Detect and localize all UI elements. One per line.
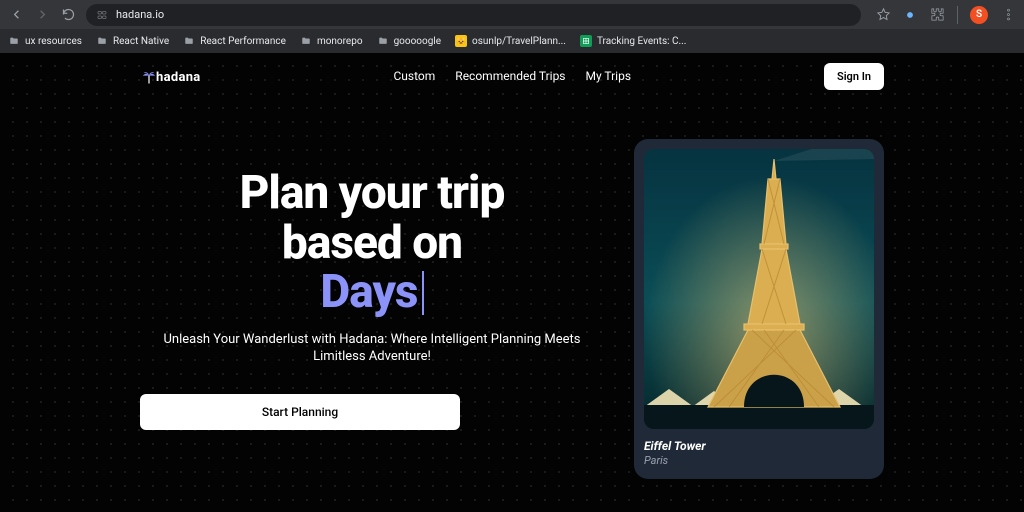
forward-icon[interactable] bbox=[34, 7, 50, 23]
hero-title: Plan your trip based on Days bbox=[240, 169, 505, 318]
sign-in-button[interactable]: Sign In bbox=[824, 63, 884, 90]
hero-dynamic-word: Days bbox=[320, 268, 417, 318]
bookmark-label: monorepo bbox=[317, 36, 363, 47]
folder-icon bbox=[96, 36, 108, 46]
hero-title-line2: based on bbox=[282, 216, 462, 270]
bookmarks-bar: ux resources React Native React Performa… bbox=[0, 29, 1024, 53]
extension-icon[interactable] bbox=[903, 8, 917, 22]
bookmark-label: Tracking Events: C... bbox=[597, 36, 687, 47]
bookmark-star-icon[interactable] bbox=[875, 7, 891, 23]
destination-image bbox=[644, 149, 874, 429]
nav-link-recommended[interactable]: Recommended Trips bbox=[455, 69, 565, 83]
bookmark-item[interactable]: React Performance bbox=[183, 36, 286, 47]
bookmark-label: ux resources bbox=[25, 36, 82, 47]
bookmark-label: React Native bbox=[113, 36, 169, 47]
nav-link-custom[interactable]: Custom bbox=[394, 69, 436, 83]
bookmark-item[interactable]: gooooogle bbox=[377, 36, 441, 47]
back-icon[interactable] bbox=[8, 7, 24, 23]
sheets-icon bbox=[580, 35, 592, 47]
destination-card[interactable]: Eiffel Tower Paris bbox=[634, 139, 884, 479]
reload-icon[interactable] bbox=[60, 7, 76, 23]
typing-cursor bbox=[422, 271, 424, 315]
profile-avatar[interactable]: S bbox=[970, 6, 988, 24]
hero-subtitle: Unleash Your Wanderlust with Hadana: Whe… bbox=[157, 332, 587, 366]
hero-title-line1: Plan your trip bbox=[240, 166, 505, 220]
bookmark-label: osunlp/TravelPlann... bbox=[472, 36, 566, 47]
folder-icon bbox=[300, 36, 312, 46]
brand-logo[interactable]: hadana bbox=[140, 67, 201, 85]
url-text: hadana.io bbox=[116, 8, 164, 21]
extensions-puzzle-icon[interactable] bbox=[929, 7, 945, 23]
bookmark-item[interactable]: React Native bbox=[96, 36, 169, 47]
nav-link-mytrips[interactable]: My Trips bbox=[586, 69, 632, 83]
address-bar[interactable]: hadana.io bbox=[86, 4, 861, 26]
bookmark-item[interactable]: ux resources bbox=[8, 36, 82, 47]
bookmark-label: React Performance bbox=[200, 36, 286, 47]
bookmark-item[interactable]: Tracking Events: C... bbox=[580, 35, 687, 47]
github-icon: 🐱 bbox=[455, 35, 467, 47]
destination-title: Eiffel Tower bbox=[644, 439, 874, 453]
folder-icon bbox=[8, 36, 20, 46]
folder-icon bbox=[377, 36, 389, 46]
bookmark-item[interactable]: 🐱 osunlp/TravelPlann... bbox=[455, 35, 566, 47]
brand-name: hadana bbox=[156, 70, 201, 85]
bookmark-item[interactable]: monorepo bbox=[300, 36, 363, 47]
site-nav: hadana Custom Recommended Trips My Trips… bbox=[0, 53, 1024, 99]
chrome-menu-icon[interactable] bbox=[1000, 7, 1016, 23]
toolbar-divider bbox=[957, 6, 958, 24]
start-planning-button[interactable]: Start Planning bbox=[140, 394, 460, 430]
folder-icon bbox=[183, 36, 195, 46]
bookmark-label: gooooogle bbox=[394, 36, 441, 47]
destination-subtitle: Paris bbox=[644, 454, 874, 467]
site-settings-icon[interactable] bbox=[96, 9, 108, 21]
